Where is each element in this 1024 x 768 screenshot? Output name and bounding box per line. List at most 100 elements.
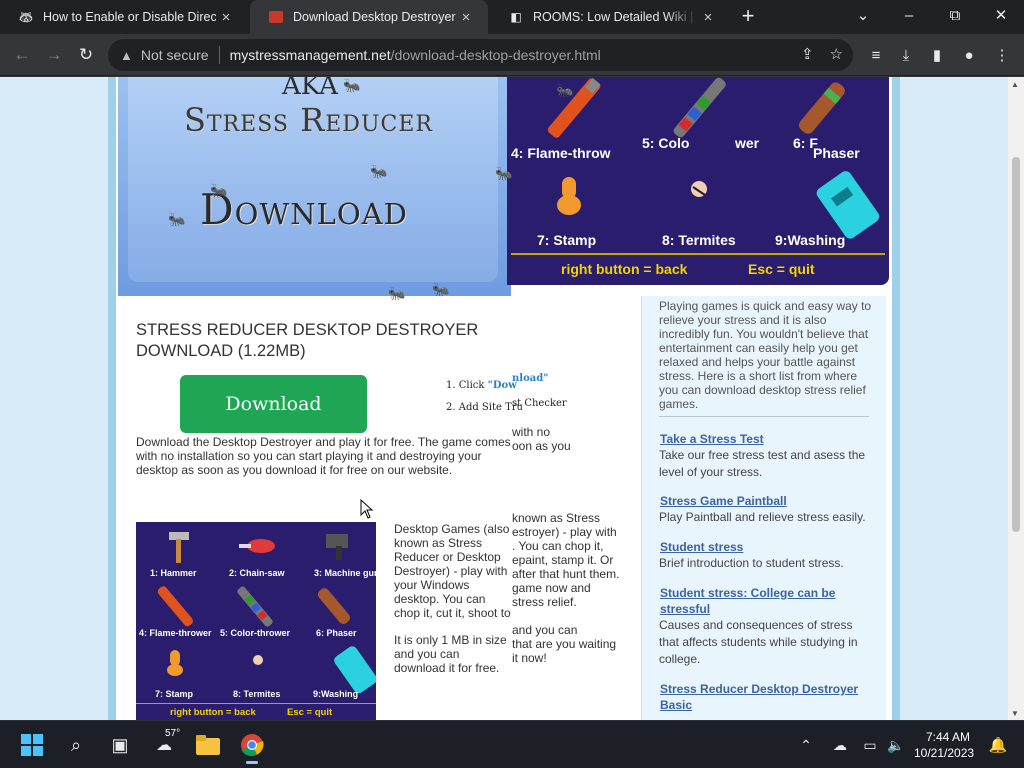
- desktop-games-overlay: known as Stress estroyer) - play with. Yo…: [512, 511, 620, 609]
- tab-title: Download Desktop Destroyer: [293, 10, 456, 24]
- clock-time: 7:44 AM: [925, 730, 970, 744]
- ant-icon: 🐜: [210, 182, 228, 198]
- sidebar-link-college-stress[interactable]: Student stress: College can be stressful: [660, 585, 875, 617]
- forward-button[interactable]: →: [40, 41, 68, 69]
- menu-icon[interactable]: ⋮: [988, 41, 1016, 69]
- scroll-up-icon[interactable]: ▲: [1011, 80, 1019, 89]
- thumb-tool-6: 6: Phaser: [316, 628, 357, 638]
- sidebar-link-student-stress[interactable]: Student stress: [660, 539, 875, 555]
- clock-date: 10/21/2023: [914, 746, 975, 760]
- share-icon[interactable]: ⇪: [801, 45, 814, 63]
- ant-icon: 🐜: [168, 211, 186, 227]
- banner-tool-4: 4: Flame-throw: [511, 145, 611, 161]
- thumb-tool-7: 7: Stamp: [155, 689, 194, 699]
- back-button[interactable]: ←: [8, 41, 36, 69]
- sidebar-desc: Play Paintball and relieve stress easily…: [659, 510, 866, 524]
- ant-icon: 🐜: [343, 77, 361, 93]
- thumb-tool-3: 3: Machine gun: [314, 568, 380, 578]
- close-window-button[interactable]: ✕: [978, 0, 1024, 30]
- scrollbar-thumb[interactable]: [1012, 157, 1020, 532]
- file-explorer-icon[interactable]: [192, 729, 224, 761]
- search-icon[interactable]: ⌕: [60, 729, 92, 761]
- ant-icon: 🐜: [556, 82, 574, 98]
- banner-aka: AKA: [282, 77, 338, 101]
- sidebar-intro: Playing games is quick and easy way to r…: [659, 299, 872, 411]
- banner-tool-9: 9:Washing: [775, 232, 846, 248]
- banner-tool-6-tail: Phaser: [813, 145, 860, 161]
- security-label[interactable]: Not secure: [141, 47, 209, 63]
- tab-close-icon[interactable]: ×: [698, 9, 718, 26]
- banner-download: Download: [200, 185, 408, 234]
- banner-tool-7: 7: Stamp: [537, 232, 597, 248]
- address-bar[interactable]: ▲ Not secure mystressmanagement.net/down…: [108, 39, 853, 71]
- profile-icon[interactable]: ●: [955, 41, 983, 69]
- page-viewport: AKA Stress Reducer Download 4: Flame-thr…: [0, 77, 1008, 720]
- banner-tools-image: 4: Flame-throw 5: Colo wer 6: F Phaser 7…: [507, 77, 889, 285]
- thumb-tool-1: 1: Hammer: [150, 568, 197, 578]
- banner-tool-5: 5: Colo: [642, 135, 690, 151]
- tool-icons-graphic: [547, 77, 880, 239]
- reload-button[interactable]: ↻: [72, 41, 100, 69]
- tab-how-to-enable[interactable]: 🦝 How to Enable or Disable Direct ×: [0, 0, 248, 34]
- banner-stress-reducer: Stress Reducer: [184, 101, 433, 139]
- notification-bell-icon[interactable]: 🔔: [982, 729, 1014, 761]
- ant-icon: 🐜: [370, 163, 388, 179]
- weather-temp: 57°: [165, 728, 181, 739]
- star-icon[interactable]: ☆: [830, 45, 843, 63]
- thumb-tool-5: 5: Color-thrower: [220, 628, 291, 638]
- clock[interactable]: 7:44 AM 10/21/2023: [914, 729, 975, 761]
- omnibox-divider: [218, 46, 220, 64]
- desktop-games-paragraph: Desktop Games (also known as Stress Redu…: [394, 522, 511, 622]
- sidebar-link-stress-test[interactable]: Take a Stress Test: [660, 431, 875, 447]
- step-1-prefix: 1. Click: [446, 380, 488, 391]
- browser-toolbar: ← → ↻ ▲ Not secure mystressmanagement.ne…: [0, 34, 1024, 76]
- maximize-button[interactable]: ⧉: [932, 0, 978, 30]
- thumb-tool-9: 9:Washing: [313, 689, 359, 699]
- tab-strip: 🦝 How to Enable or Disable Direct × Down…: [0, 0, 1024, 34]
- banner-footer-right: Esc = quit: [748, 261, 815, 277]
- size-paragraph: It is only 1 MB in size and you can down…: [394, 633, 507, 677]
- thumb-tool-2: 2: Chain-saw: [229, 568, 285, 578]
- download-icon[interactable]: ⤓: [892, 41, 920, 69]
- page-scrollbar[interactable]: ▲ ▼: [1008, 77, 1024, 720]
- tab-title: ROOMS: Low Detailed Wiki | Fan: [533, 10, 698, 24]
- tab-search-icon[interactable]: ⌄: [840, 0, 886, 30]
- intro-paragraph-overlay: with no oon as you: [512, 425, 571, 453]
- sidepanel-icon[interactable]: ▮: [923, 41, 951, 69]
- scroll-down-icon[interactable]: ▼: [1011, 709, 1019, 718]
- media-icon[interactable]: ≡: [862, 41, 890, 69]
- minimize-button[interactable]: –: [886, 0, 932, 30]
- ant-icon: 🐜: [432, 281, 450, 297]
- tab-close-icon[interactable]: ×: [456, 9, 476, 26]
- warning-icon[interactable]: ▲: [120, 48, 133, 63]
- sidebar-desc: Causes and consequences of stress that a…: [659, 618, 858, 666]
- sidebar-desc: Brief introduction to student stress.: [659, 556, 844, 570]
- size-paragraph-overlay: and you can that are you waiting it now!: [512, 623, 617, 665]
- site-favicon-icon: ◧: [510, 10, 522, 24]
- sidebar: Playing games is quick and easy way to r…: [641, 296, 886, 720]
- volume-icon[interactable]: 🔈: [880, 729, 912, 761]
- download-button[interactable]: Download: [180, 375, 367, 433]
- url-host[interactable]: mystressmanagement.net: [230, 47, 391, 63]
- banner-footer: right button = back Esc = quit: [511, 253, 885, 283]
- tab-rooms-wiki[interactable]: ◧ ROOMS: Low Detailed Wiki | Fan ×: [490, 0, 730, 34]
- tab-download-desktop-destroyer[interactable]: Download Desktop Destroyer ×: [250, 0, 488, 34]
- onedrive-icon[interactable]: ☁: [824, 729, 856, 761]
- page-title: STRESS REDUCER DESKTOP DESTROYER DOWNLOA…: [136, 321, 479, 360]
- task-view-icon[interactable]: ▣: [104, 729, 136, 761]
- site-favicon-icon: [268, 9, 284, 25]
- sidebar-link-paintball[interactable]: Stress Game Paintball: [660, 493, 875, 509]
- sidebar-link-desktop-destroyer-basic[interactable]: Stress Reducer Desktop Destroyer Basic: [660, 681, 875, 713]
- sidebar-divider: [659, 416, 869, 417]
- start-icon[interactable]: [16, 729, 48, 761]
- weather-icon[interactable]: ☁ 57°: [148, 728, 181, 761]
- thumb-footer-right: Esc = quit: [287, 707, 333, 718]
- url-path[interactable]: /download-desktop-destroyer.html: [391, 47, 601, 63]
- tab-close-icon[interactable]: ×: [216, 9, 236, 26]
- mouse-cursor-icon: [360, 499, 374, 519]
- new-tab-button[interactable]: +: [736, 4, 760, 28]
- chrome-icon[interactable]: [236, 729, 268, 764]
- show-hidden-icons-icon[interactable]: ⌃: [790, 729, 822, 761]
- game-screenshot: 1: Hammer 2: Chain-saw 3: Machine gun 4:…: [136, 522, 380, 720]
- site-favicon-icon: 🦝: [18, 10, 34, 24]
